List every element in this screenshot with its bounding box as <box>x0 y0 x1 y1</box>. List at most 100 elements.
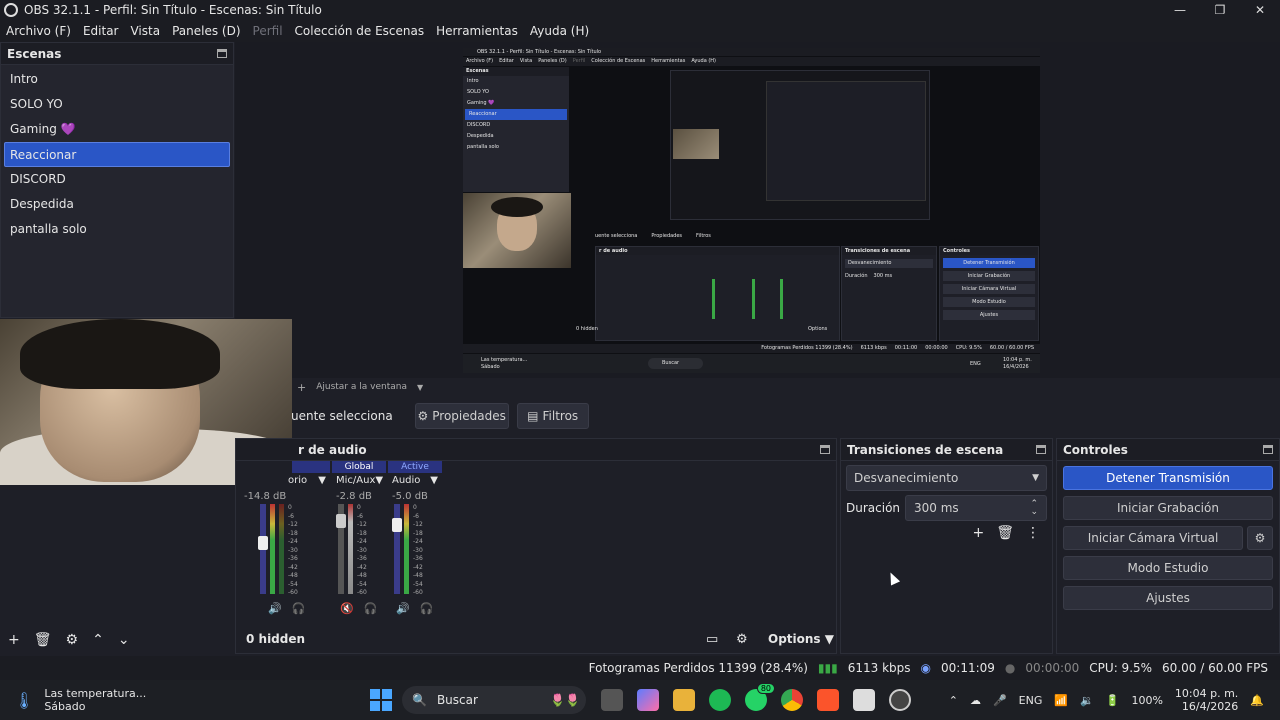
copilot-icon[interactable] <box>637 689 659 711</box>
chevron-down-icon: ▼ <box>430 475 438 486</box>
filters-button[interactable]: ▤ Filtros <box>516 403 589 429</box>
add-scene-icon[interactable]: + <box>8 632 20 648</box>
nested-duration-value: 300 ms <box>873 273 893 279</box>
trash-icon[interactable]: 🗑 <box>996 525 1014 541</box>
microphone-icon[interactable]: 🎤 <box>993 694 1007 707</box>
trash-icon[interactable]: 🗑 <box>34 632 52 648</box>
options-button[interactable]: Options ▼ <box>768 632 834 646</box>
chevron-down-icon[interactable]: ⌄ <box>118 632 130 648</box>
taskbar-search-box[interactable]: 🔍 Buscar 🌷🌷 <box>402 686 586 714</box>
volume-slider[interactable] <box>336 504 346 594</box>
muted-speaker-icon[interactable]: 🔇 <box>340 602 354 615</box>
mixer-channel-desktop: orio ▼ -14.8 dB 0 -6 -12 -18 -24 -30 -36 -42 -48… <box>238 461 330 621</box>
nested-scenes: Escenas Intro SOLO YO Gaming 💜 Reacciona… <box>463 67 569 192</box>
more-options-icon[interactable]: ⋮ <box>1026 525 1040 541</box>
weather-widget[interactable]: 🌡 Las temperatura... Sábado <box>14 687 146 713</box>
chevron-up-icon[interactable]: ⌃ <box>92 632 104 648</box>
menu-vista[interactable]: Vista <box>124 24 166 38</box>
wifi-icon[interactable]: 📶 <box>1054 694 1068 707</box>
nested-webcam-small <box>673 129 719 159</box>
headphones-icon[interactable]: 🎧 <box>292 602 306 615</box>
chrome-icon[interactable] <box>781 689 803 711</box>
hidden-count[interactable]: 0 hidden <box>246 632 305 646</box>
speaker-icon[interactable]: 🔊 <box>396 602 410 615</box>
add-transition-icon[interactable]: + <box>972 525 984 541</box>
transition-select-value: Desvanecimiento <box>854 471 959 485</box>
scene-item-pantalla-solo[interactable]: pantalla solo <box>1 217 233 242</box>
nested-transitions: Transiciones de escena Desvanecimiento D… <box>841 246 937 341</box>
chevron-down-icon[interactable]: ▼ <box>417 383 423 392</box>
cloud-icon[interactable]: ☁ <box>970 694 981 707</box>
nested-menu-vista: Vista <box>519 58 533 64</box>
float-dock-icon[interactable] <box>820 445 830 454</box>
nested-tb-date: 16/4/2026 <box>1003 364 1029 370</box>
scene-item-gaming[interactable]: Gaming 💜 <box>1 117 233 142</box>
spotify-icon[interactable] <box>709 689 731 711</box>
task-view-icon[interactable] <box>601 689 623 711</box>
duration-spinbox[interactable]: 300 ms ⌃ ⌄ <box>905 495 1047 521</box>
obs-taskbar-icon[interactable] <box>889 689 911 711</box>
channel-select[interactable]: Audio ▼ <box>388 473 442 489</box>
menu-coleccion-escenas[interactable]: Colección de Escenas <box>289 24 431 38</box>
nested-mixer: r de audio 0 hidden Options <box>576 246 840 341</box>
add-icon[interactable]: + <box>297 381 306 394</box>
transition-select[interactable]: Desvanecimiento ▼ <box>846 465 1047 491</box>
meter-ticks: 0 -6 -12 -18 -24 -30 -36 -42 -48 -54 -60 <box>288 504 298 596</box>
spin-arrows-icon[interactable]: ⌃ ⌄ <box>1030 500 1038 517</box>
close-button[interactable]: ✕ <box>1240 0 1280 20</box>
properties-button[interactable]: ⚙ Propiedades <box>414 403 509 429</box>
volume-slider[interactable] <box>392 504 402 594</box>
volume-slider-handle[interactable] <box>336 514 346 528</box>
start-recording-button[interactable]: Iniciar Grabación <box>1063 496 1273 520</box>
minimize-button[interactable]: — <box>1160 0 1200 20</box>
brave-icon[interactable] <box>817 689 839 711</box>
float-dock-icon[interactable] <box>1036 445 1046 454</box>
microsoft-store-icon[interactable] <box>853 689 875 711</box>
headphones-icon[interactable]: 🎧 <box>364 602 378 615</box>
volume-icon[interactable]: 🔉 <box>1080 694 1094 707</box>
scene-item-discord[interactable]: DISCORD <box>1 167 233 192</box>
gear-icon[interactable]: ⚙ <box>736 632 748 647</box>
volume-slider-handle[interactable] <box>258 536 268 550</box>
start-virtual-camera-button[interactable]: Iniciar Cámara Virtual <box>1063 526 1243 550</box>
fit-to-window-label[interactable]: Ajustar a la ventana <box>316 382 407 392</box>
language-indicator[interactable]: ENG <box>1019 694 1043 707</box>
speaker-icon[interactable]: 🔊 <box>268 602 282 615</box>
stop-stream-button[interactable]: Detener Transmisión <box>1063 466 1273 490</box>
gear-icon[interactable]: ⚙ <box>66 632 79 648</box>
volume-slider-handle[interactable] <box>392 518 402 532</box>
menu-ayuda[interactable]: Ayuda (H) <box>524 24 595 38</box>
scene-item-intro[interactable]: Intro <box>1 67 233 92</box>
scene-item-solo-yo[interactable]: SOLO YO <box>1 92 233 117</box>
menu-archivo[interactable]: Archivo (F) <box>0 24 77 38</box>
headphones-icon[interactable]: 🎧 <box>420 602 434 615</box>
studio-mode-button[interactable]: Modo Estudio <box>1063 556 1273 580</box>
menu-editar[interactable]: Editar <box>77 24 125 38</box>
channel-select[interactable]: Mic/Aux ▼ <box>332 473 386 489</box>
scene-item-despedida[interactable]: Despedida <box>1 192 233 217</box>
float-dock-icon[interactable] <box>1263 445 1273 454</box>
chevron-up-icon[interactable]: ⌃ <box>949 694 958 707</box>
restore-button[interactable]: ❐ <box>1200 0 1240 20</box>
layout-icon[interactable]: ▭ <box>706 632 718 647</box>
battery-icon[interactable]: 🔋 <box>1106 694 1120 707</box>
windows-start-icon[interactable] <box>370 689 392 711</box>
volume-slider[interactable] <box>258 504 268 594</box>
channel-name: Mic/Aux <box>336 475 376 486</box>
settings-button[interactable]: Ajustes <box>1063 586 1273 610</box>
menu-paneles[interactable]: Paneles (D) <box>166 24 246 38</box>
clock[interactable]: 10:04 p. m. 16/4/2026 <box>1175 687 1238 713</box>
chevron-down-icon: ▼ <box>824 632 834 646</box>
nested-taskbar: Las temperatura... Sábado Buscar ENG 10:… <box>463 354 1040 373</box>
float-dock-icon[interactable] <box>217 49 227 58</box>
scenes-title: Escenas <box>7 46 62 61</box>
file-explorer-icon[interactable] <box>673 689 695 711</box>
scene-item-reaccionar[interactable]: Reaccionar <box>4 142 230 167</box>
nested-hidden: 0 hidden <box>576 326 598 332</box>
whatsapp-icon[interactable]: 80 <box>745 683 775 711</box>
channel-select[interactable]: orio ▼ <box>284 473 330 489</box>
virtual-camera-settings-gear-icon[interactable]: ⚙ <box>1247 526 1273 550</box>
menu-perfil[interactable]: Perfil <box>247 24 289 38</box>
notifications-icon[interactable]: 🔔 <box>1250 694 1264 707</box>
menu-herramientas[interactable]: Herramientas <box>430 24 524 38</box>
